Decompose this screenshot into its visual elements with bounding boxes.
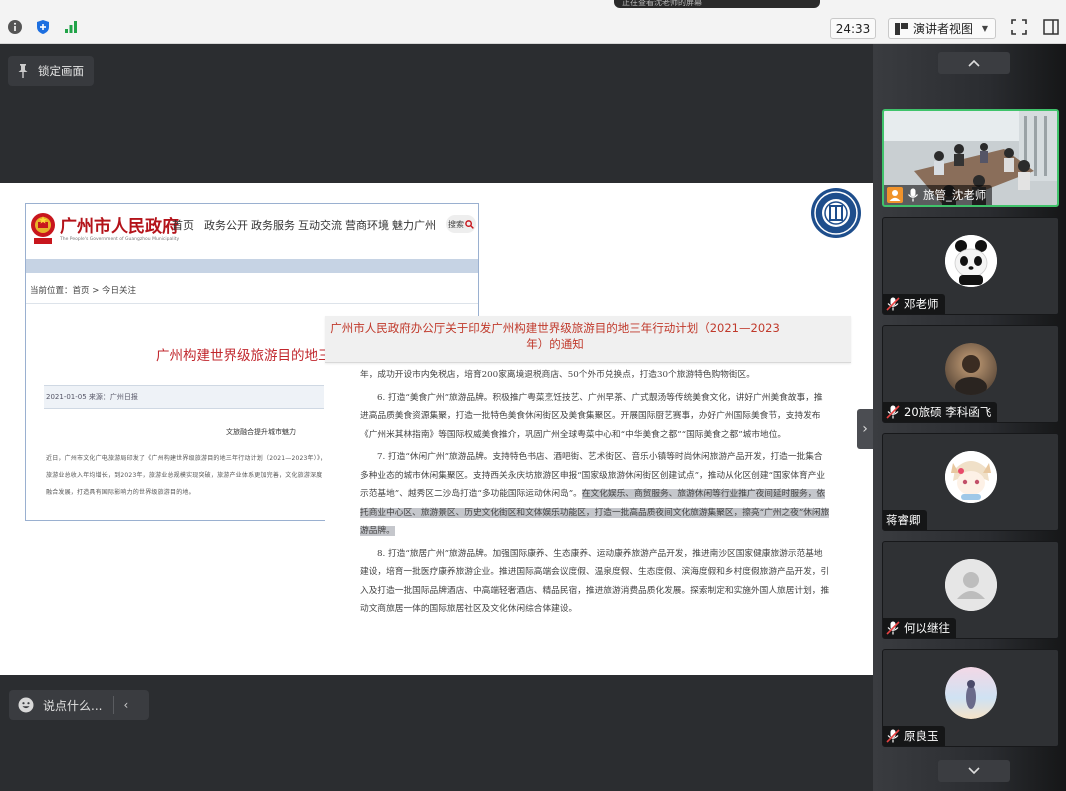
lock-view-button[interactable]: 锁定画面 [8, 56, 94, 86]
collapse-panel-button[interactable]: › [857, 409, 873, 449]
participant-tile[interactable]: 邓老师 [882, 217, 1059, 315]
gov-nav-business: 营商环境 [345, 219, 389, 232]
chevron-down-icon: ▼ [981, 24, 988, 33]
participant-tile[interactable]: 原良玉 [882, 649, 1059, 747]
national-emblem-icon [31, 213, 55, 244]
gov-article-subtitle: 文旅融合提升城市魅力 [226, 428, 296, 436]
gov-nav-services: 政务服务 [251, 219, 295, 232]
presenter-view-dropdown[interactable]: 演讲者视图 ▼ [888, 18, 996, 39]
info-icon[interactable] [6, 18, 24, 36]
meeting-top-bar: 正在查看沈老师的屏幕 24:33 演讲者视图 ▼ [0, 0, 1066, 44]
gov-nav-open-affairs: 政务公开 [204, 219, 248, 232]
mic-muted-icon [886, 729, 900, 743]
emoji-icon[interactable] [18, 697, 34, 713]
gov-breadcrumb: 当前位置：首页 > 今日关注 [30, 286, 137, 296]
search-icon [465, 219, 474, 229]
security-shield-icon[interactable] [34, 18, 52, 36]
gov-article-body: 近日，广州市文化广电旅游局印发了《广州构建世界级旅游目的地三年行动计划（2021… [46, 455, 327, 496]
gov-site-name: 广州市人民政府 [60, 217, 179, 237]
fullscreen-icon[interactable] [1010, 18, 1028, 36]
share-title-tab[interactable]: 正在查看沈老师的屏幕 [614, 0, 820, 8]
notice-title-line1: 广州市人民政府办公厅关于印发广州构建世界级旅游目的地三年行动计划（2021—20… [330, 321, 780, 335]
chat-input-button[interactable]: 说点什么... ‹ [9, 690, 149, 720]
toggle-sidebar-icon[interactable] [1042, 18, 1060, 36]
participant-name: 旅管_沈老师 [923, 188, 987, 202]
notice-paragraph: 8. 打造“旅居广州”旅游品牌。加强国际康养、生态康养、运动康养旅游产品开发，推… [360, 548, 830, 615]
chevron-up-icon [968, 59, 980, 67]
participant-tile[interactable]: 20旅硕 李科函飞 [882, 325, 1059, 423]
participant-name-label: 邓老师 [883, 294, 945, 314]
chevron-right-icon: › [862, 421, 868, 437]
presentation-slide: 广州市人民政府 The People's Government of Guang… [0, 183, 873, 675]
participant-name-label: 原良玉 [883, 726, 945, 746]
meeting-timer: 24:33 [830, 18, 876, 39]
notice-title: 广州市人民政府办公厅关于印发广州构建世界级旅游目的地三年行动计划（2021—20… [325, 320, 785, 352]
presenter-view-label: 演讲者视图 [913, 22, 974, 36]
lock-view-label: 锁定画面 [38, 64, 84, 78]
participant-video-panel: 旅管_沈老师 邓老师 20旅硕 李科函飞 蒋睿卿 何以继往 原良玉 [873, 44, 1066, 791]
avatar [945, 559, 997, 611]
participant-name: 邓老师 [904, 297, 939, 311]
notice-header: 广州市人民政府办公厅关于印发广州构建世界级旅游目的地三年行动计划（2021—20… [325, 316, 851, 363]
participant-tile[interactable]: 蒋睿卿 [882, 433, 1059, 531]
shared-screen-area: 锁定画面 广州市人民政府 The People's Government of … [0, 44, 873, 791]
notice-body: 年，成功开设市内免税店，培育200家离境退税商店、50个外币兑换点，打造30个旅… [360, 366, 830, 623]
avatar [945, 235, 997, 287]
pin-icon [18, 64, 28, 78]
gov-nav-charm: 魅力广州 [392, 219, 436, 232]
participant-name-label: 旅管_沈老师 [884, 185, 993, 205]
notice-paragraph: 6. 打造“美食广州”旅游品牌。积极推广粤菜烹饪技艺、广州早茶、广式靓汤等传统美… [360, 392, 823, 440]
presenter-view-icon [895, 22, 908, 35]
participant-tile[interactable]: 何以继往 [882, 541, 1059, 639]
mic-muted-icon [886, 297, 900, 311]
participant-name: 原良玉 [904, 729, 939, 743]
avatar [945, 451, 997, 503]
gov-nav-band [26, 259, 478, 273]
mic-muted-icon [886, 405, 900, 419]
chevron-down-icon [968, 767, 980, 775]
participant-name: 20旅硕 李科函飞 [904, 405, 992, 419]
microphone-icon [907, 188, 919, 202]
gov-site-name-en: The People's Government of Guangzhou Mun… [60, 237, 180, 242]
participant-name-label: 20旅硕 李科函飞 [883, 402, 998, 422]
gov-article-meta: 2021-01-05 来源：广州日报 [46, 393, 138, 401]
participant-name: 蒋睿卿 [886, 513, 921, 527]
gov-search-label: 搜索 [448, 219, 464, 229]
policy-notice-document: 广州市人民政府办公厅关于印发广州构建世界级旅游目的地三年行动计划（2021—20… [325, 316, 851, 636]
notice-paragraph: 7. 打造“休闲广州”旅游品牌。支持特色书店、酒吧街、艺术街区、音乐小镇等时尚休… [360, 448, 830, 541]
mic-muted-icon [886, 621, 900, 635]
gov-nav-interaction: 互动交流 [298, 219, 342, 232]
participant-name: 何以继往 [904, 621, 950, 635]
scroll-down-button[interactable] [938, 760, 1010, 782]
participant-name-label: 蒋睿卿 [883, 510, 927, 530]
gov-site-header: 广州市人民政府 The People's Government of Guang… [26, 204, 478, 256]
scroll-up-button[interactable] [938, 52, 1010, 74]
notice-paragraph: 年，成功开设市内免税店，培育200家离境退税商店、50个外币兑换点，打造30个旅… [360, 370, 755, 380]
participant-tile[interactable]: 旅管_沈老师 [882, 109, 1059, 207]
divider [113, 696, 115, 714]
divider [26, 303, 478, 304]
chevron-left-icon[interactable]: ‹ [123, 698, 128, 712]
participant-name-label: 何以继往 [883, 618, 956, 638]
avatar [945, 343, 997, 395]
gov-nav-home: 首页 [172, 219, 194, 232]
network-signal-icon[interactable] [62, 18, 80, 36]
host-user-icon [887, 187, 903, 203]
notice-title-line2: 年）的通知 [526, 337, 584, 351]
gov-search-box: 搜索 [446, 215, 476, 233]
avatar [945, 667, 997, 719]
chat-placeholder: 说点什么... [43, 698, 103, 713]
university-logo-icon [811, 188, 861, 238]
